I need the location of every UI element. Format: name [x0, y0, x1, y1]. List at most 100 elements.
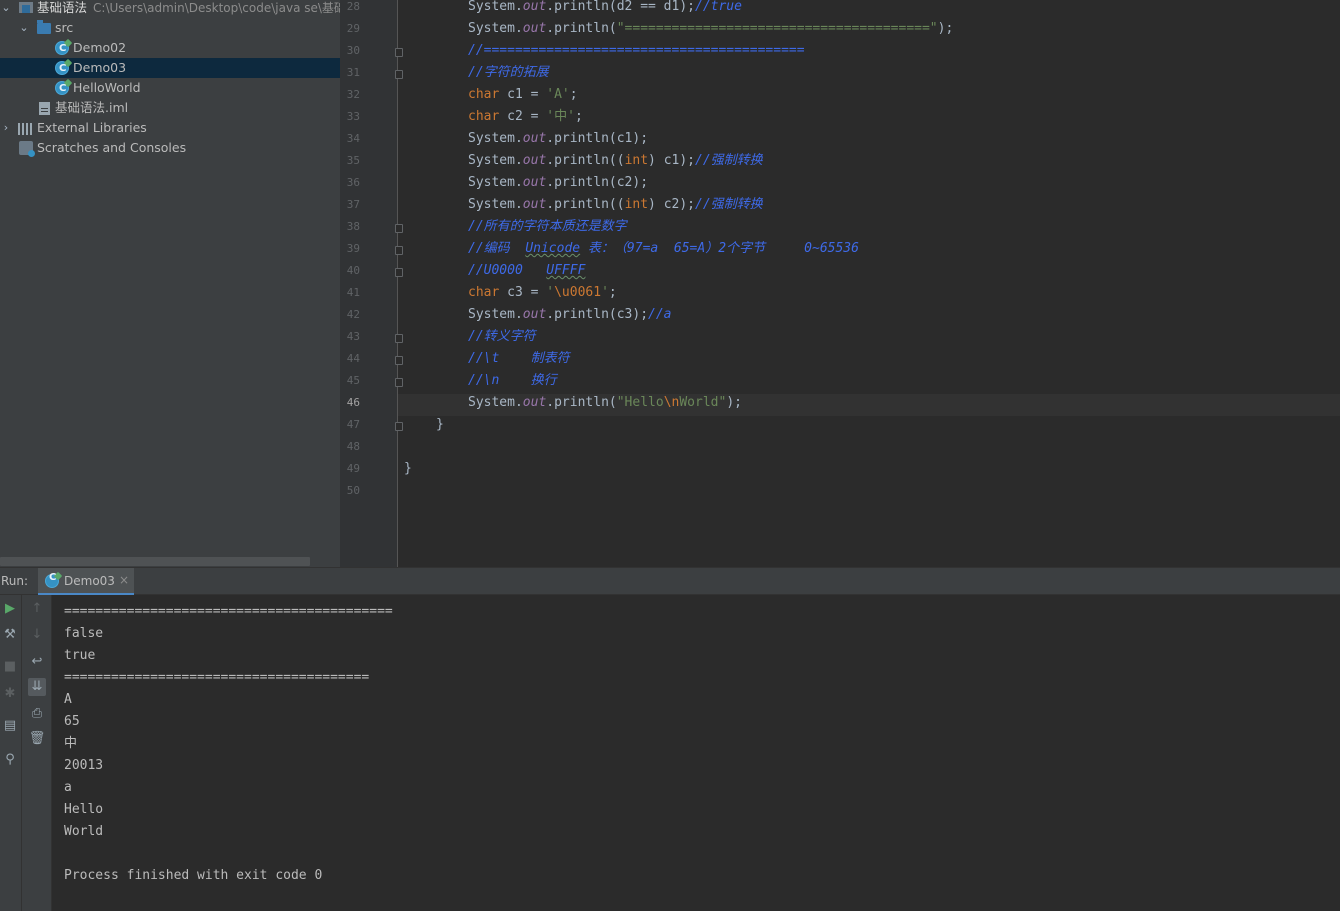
fold-marker-icon[interactable] — [395, 422, 403, 431]
code-token: //所有的字符本质还是数字 — [468, 219, 627, 234]
code-line[interactable]: //\t 制表符 — [468, 350, 570, 372]
tree-item-external-libraries[interactable]: › External Libraries — [0, 118, 340, 138]
code-token: out — [522, 307, 547, 322]
code-line[interactable]: //编码 Unicode 表：（97=a 65=A）2个字节 0~65536 — [468, 240, 859, 262]
fold-marker-icon[interactable] — [395, 70, 403, 79]
code-line[interactable]: //======================================… — [468, 42, 805, 64]
tree-item-demo02[interactable]: Demo02 — [0, 38, 340, 59]
code-line[interactable]: System.out.println(d2 == d1);//true — [468, 0, 742, 20]
code-token: .println(c3); — [546, 307, 649, 322]
code-token: .println(( — [546, 153, 625, 168]
code-line[interactable]: char c2 = '中'; — [468, 108, 583, 130]
code-token: '中' — [546, 109, 575, 124]
line-number: 36 — [346, 176, 360, 189]
debug-bug-icon[interactable]: ✱ — [1, 685, 19, 703]
tree-item-label: src — [55, 20, 74, 35]
code-line[interactable]: System.out.println((int) c2);//强制转换 — [468, 196, 763, 218]
code-token: //======================================… — [468, 43, 805, 58]
line-number: 34 — [346, 132, 360, 145]
root-module-path: C:\Users\admin\Desktop\code\java se\基础 — [93, 1, 340, 15]
code-line[interactable]: //字符的拓展 — [468, 64, 549, 86]
fold-marker-icon[interactable] — [395, 356, 403, 365]
close-icon[interactable]: × — [119, 573, 129, 587]
rerun-icon[interactable]: ▶ — [1, 600, 19, 618]
code-token: .println( — [546, 21, 617, 36]
wrench-icon[interactable]: ⚒ — [1, 626, 19, 644]
code-token: char — [468, 87, 500, 102]
code-line[interactable]: //\n 换行 — [468, 372, 557, 394]
code-line[interactable]: char c1 = 'A'; — [468, 86, 578, 108]
fold-marker-icon[interactable] — [395, 268, 403, 277]
line-number: 33 — [346, 110, 360, 123]
print-icon[interactable]: ⎙ — [28, 705, 46, 723]
fold-marker-icon[interactable] — [395, 224, 403, 233]
scroll-to-end-icon[interactable]: ⇊ — [28, 678, 46, 696]
up-arrow-icon[interactable]: ↑ — [28, 600, 46, 618]
tree-root-row[interactable]: ⌄ 基础语法 C:\Users\admin\Desktop\code\java s… — [0, 0, 340, 18]
code-token: ' — [601, 285, 609, 300]
source-folder-icon — [37, 20, 51, 34]
code-line[interactable]: System.out.println("Hello\nWorld"); — [468, 394, 742, 416]
console-line: a — [64, 780, 72, 795]
fold-marker-icon[interactable] — [395, 378, 403, 387]
tree-item-iml[interactable]: 基础语法.iml — [0, 98, 340, 118]
code-line[interactable]: System.out.println("====================… — [468, 20, 953, 42]
tree-item-scratches[interactable]: Scratches and Consoles — [0, 138, 340, 158]
code-token: ; — [569, 87, 578, 102]
code-line[interactable]: System.out.println(c3);//a — [468, 306, 672, 328]
line-number: 48 — [346, 440, 360, 453]
code-token: .println(d2 == d1); — [546, 0, 695, 14]
tree-item-demo03[interactable]: Demo03 — [0, 58, 340, 79]
code-line[interactable]: } — [436, 416, 444, 438]
code-token: "=======================================… — [616, 21, 938, 36]
run-tool-window-header: Run: Demo03 × — [0, 567, 1340, 596]
trash-icon[interactable]: 🗑 — [28, 730, 46, 748]
code-line[interactable]: System.out.println((int) c1);//强制转换 — [468, 152, 763, 174]
line-number: 40 — [346, 264, 360, 277]
horizontal-scrollbar[interactable] — [0, 557, 310, 566]
fold-marker-icon[interactable] — [395, 246, 403, 255]
tree-item-label: 基础语法.iml — [55, 100, 129, 115]
line-number: 32 — [346, 88, 360, 101]
java-class-icon — [45, 571, 63, 588]
library-icon — [18, 123, 34, 135]
line-number: 35 — [346, 154, 360, 167]
tree-item-helloworld[interactable]: HelloWorld — [0, 78, 340, 99]
code-editor[interactable]: 28 29 30 31 32 33 34 35 36 37 38 39 40 41 42 43 44 45 46 47… — [340, 0, 1340, 567]
run-tab-demo03[interactable]: Demo03 × — [38, 568, 134, 596]
code-token: \u0061 — [554, 285, 602, 300]
layout-icon[interactable]: ▤ — [1, 717, 19, 735]
console-line: false — [64, 626, 104, 641]
down-arrow-icon[interactable]: ↓ — [28, 626, 46, 644]
fold-marker-icon[interactable] — [395, 334, 403, 343]
code-token: .println(c2); — [546, 175, 649, 190]
code-line[interactable]: System.out.println(c1); — [468, 130, 648, 152]
code-line[interactable]: } — [404, 460, 412, 482]
fold-marker-icon[interactable] — [395, 48, 403, 57]
chevron-right-icon[interactable]: › — [1, 118, 11, 138]
code-token: out — [522, 21, 547, 36]
code-token: out — [522, 197, 547, 212]
code-line[interactable]: //所有的字符本质还是数字 — [468, 218, 627, 240]
code-line[interactable]: //U0000 UFFFF — [468, 262, 585, 284]
tree-item-src[interactable]: ⌄ src — [0, 18, 340, 38]
code-line[interactable]: System.out.println(c2); — [468, 174, 648, 196]
java-class-icon — [55, 38, 73, 59]
code-line[interactable]: //转义字符 — [468, 328, 536, 350]
code-token: System. — [468, 131, 523, 146]
line-number: 41 — [346, 286, 360, 299]
code-token: ; — [574, 109, 583, 124]
java-class-icon — [55, 58, 73, 79]
code-line[interactable]: char c3 = '\u0061'; — [468, 284, 617, 306]
code-token: out — [522, 153, 547, 168]
code-token: //U0000 — [468, 263, 547, 278]
run-label: Run: — [1, 574, 29, 588]
run-console-output[interactable]: ========================================… — [52, 595, 1340, 911]
stop-icon[interactable]: ■ — [1, 658, 19, 676]
chevron-down-icon[interactable]: ⌄ — [19, 18, 29, 38]
pin-icon[interactable]: ⚲ — [1, 751, 19, 769]
editor-gutter[interactable]: 28 29 30 31 32 33 34 35 36 37 38 39 40 41 42 43 44 45 46 47… — [340, 0, 403, 567]
tree-item-label: Scratches and Consoles — [37, 140, 187, 155]
chevron-down-icon[interactable]: ⌄ — [1, 0, 11, 18]
soft-wrap-icon[interactable]: ↩ — [28, 653, 46, 671]
